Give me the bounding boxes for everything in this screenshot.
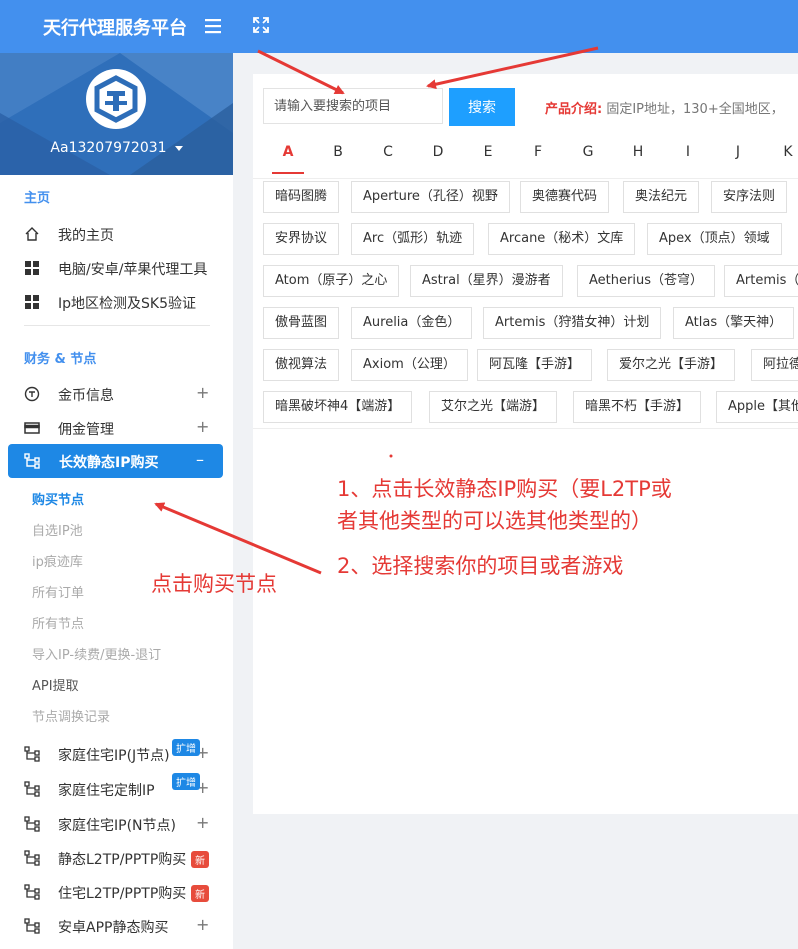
- annotation-step2: 2、选择搜索你的项目或者游戏: [337, 554, 624, 578]
- arrow-to-search-button: [426, 46, 599, 90]
- dot-mark: [389, 454, 393, 458]
- annotation-step1-line1: 1、点击长效静态IP购买（要L2TP或: [337, 477, 672, 501]
- arrow-to-search: [257, 49, 345, 95]
- annotation-buy-node: 点击购买节点: [151, 572, 277, 596]
- annotation-step1-line2: 者其他类型的可以选其他类型的）: [337, 509, 652, 533]
- arrow-to-buy-node: [154, 502, 322, 575]
